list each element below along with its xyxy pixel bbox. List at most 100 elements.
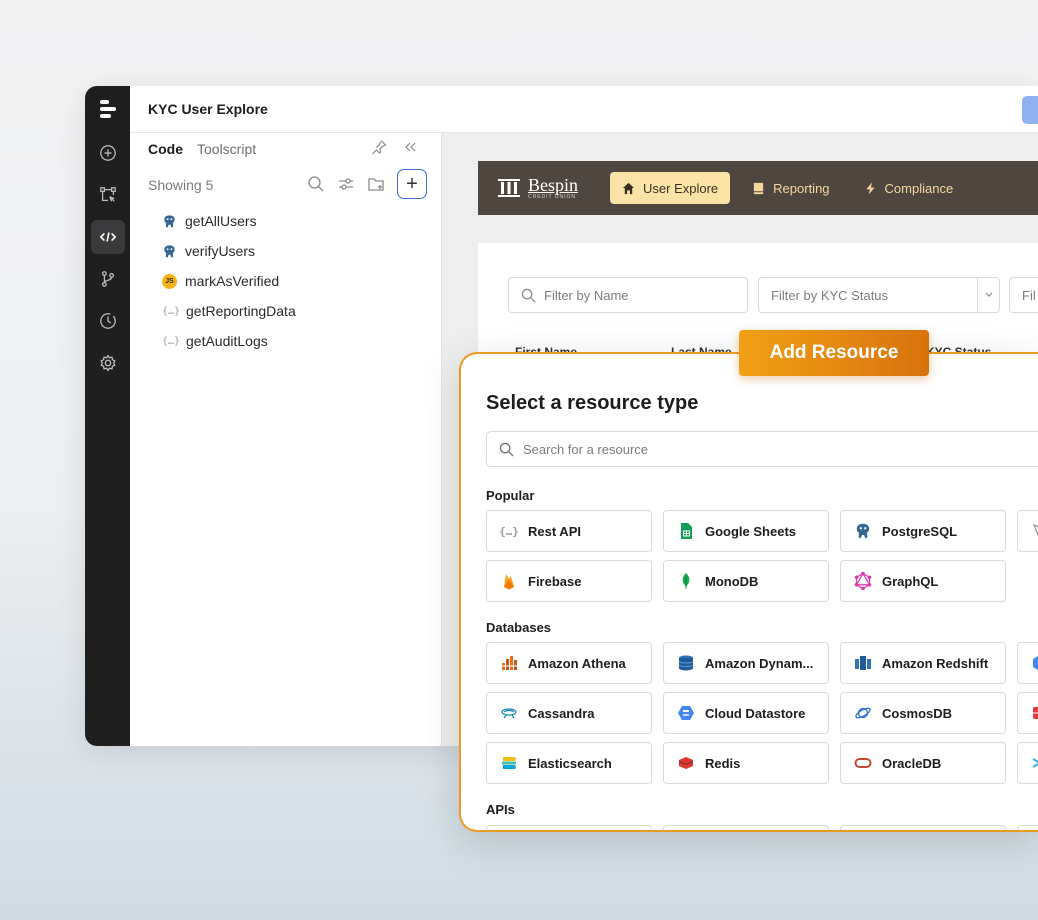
add-resource-callout: Add Resource bbox=[739, 330, 929, 376]
history-icon[interactable] bbox=[91, 304, 125, 338]
nav-label: Compliance bbox=[884, 180, 954, 196]
firebase-icon bbox=[499, 571, 519, 591]
rest-api-icon: {…} bbox=[162, 305, 181, 317]
query-label: getReportingData bbox=[186, 303, 296, 319]
search-icon bbox=[521, 288, 536, 303]
add-query-button[interactable]: + bbox=[397, 169, 427, 199]
list-item[interactable]: {…} getAuditLogs bbox=[162, 326, 296, 356]
resource-label: CosmosDB bbox=[882, 705, 953, 721]
postgres-icon bbox=[164, 214, 175, 228]
resource-search-input[interactable]: Search for a resource bbox=[486, 431, 1038, 467]
new-folder-icon[interactable] bbox=[367, 175, 385, 193]
workflow-icon[interactable] bbox=[91, 178, 125, 212]
section-databases: Databases bbox=[486, 620, 552, 635]
resource-label: Cloud Datastore bbox=[705, 705, 806, 721]
section-apis: APIs bbox=[486, 802, 515, 817]
search-icon[interactable] bbox=[307, 175, 325, 193]
resource-label: Amazon Athena bbox=[528, 655, 626, 671]
tab-code[interactable]: Code bbox=[148, 141, 183, 157]
chevron-down-icon bbox=[977, 278, 999, 312]
resource-card-partial[interactable] bbox=[1017, 692, 1038, 734]
resource-label: OracleDB bbox=[882, 755, 942, 771]
resource-card-cassandra[interactable]: Cassandra bbox=[486, 692, 652, 734]
filter-third-input[interactable]: Fil bbox=[1009, 277, 1038, 313]
bank-columns-icon bbox=[498, 179, 520, 197]
code-icon[interactable] bbox=[90, 220, 125, 254]
resource-card-amazon-athena[interactable]: Amazon Athena bbox=[486, 642, 652, 684]
nav-compliance[interactable]: Compliance bbox=[852, 172, 966, 204]
resource-card-cloud-datastore[interactable]: Cloud Datastore bbox=[663, 692, 829, 734]
query-label: verifyUsers bbox=[185, 243, 256, 259]
query-count: Showing 5 bbox=[148, 177, 214, 193]
resource-card-api-partial[interactable] bbox=[840, 825, 1006, 830]
list-item[interactable]: verifyUsers bbox=[162, 236, 296, 266]
cursor-icon bbox=[1030, 521, 1038, 541]
filter-name-input[interactable]: Filter by Name bbox=[508, 277, 748, 313]
resource-card-mongodb[interactable]: MonoDB bbox=[663, 560, 829, 602]
resource-card-partial[interactable] bbox=[1017, 642, 1038, 684]
rest-api-icon: {…} bbox=[499, 524, 519, 538]
resource-card-api-partial[interactable] bbox=[486, 825, 652, 830]
app-title: KYC User Explore bbox=[148, 101, 268, 117]
list-item[interactable]: JS markAsVerified bbox=[162, 266, 296, 296]
resource-card-partial[interactable] bbox=[1017, 510, 1038, 552]
filter-sliders-icon[interactable] bbox=[337, 175, 355, 193]
resource-card-elasticsearch[interactable]: Elasticsearch bbox=[486, 742, 652, 784]
modal-title: Select a resource type bbox=[486, 392, 699, 414]
preview-button[interactable] bbox=[1022, 96, 1038, 124]
filter-kyc-status-select[interactable]: Filter by KYC Status bbox=[758, 277, 1000, 313]
amazon-redshift-icon bbox=[853, 653, 873, 673]
resource-label: MonoDB bbox=[705, 573, 759, 589]
logo-icon[interactable] bbox=[97, 98, 119, 120]
list-item[interactable]: {…} getReportingData bbox=[162, 296, 296, 326]
javascript-icon: JS bbox=[162, 273, 177, 289]
add-circle-icon[interactable] bbox=[91, 136, 125, 170]
resource-label: Elasticsearch bbox=[528, 755, 612, 771]
resource-card-amazon-dynamodb[interactable]: Amazon Dynam... bbox=[663, 642, 829, 684]
branch-icon[interactable] bbox=[91, 262, 125, 296]
search-icon bbox=[499, 442, 514, 457]
query-label: getAuditLogs bbox=[186, 333, 268, 349]
query-list: getAllUsers verifyUsers JS markAsVerifie… bbox=[162, 206, 296, 356]
resource-label: GraphQL bbox=[882, 573, 939, 589]
resource-card-postgresql[interactable]: PostgreSQL bbox=[840, 510, 1006, 552]
mongodb-icon bbox=[676, 571, 696, 591]
nav-user-explore[interactable]: User Explore bbox=[610, 172, 731, 204]
collapse-icon[interactable] bbox=[403, 139, 417, 155]
resource-card-api-partial[interactable] bbox=[663, 825, 829, 830]
preview-navbar: Bespin CREDIT UNION User Explore Reporti… bbox=[478, 161, 1038, 215]
resource-card-firebase[interactable]: Firebase bbox=[486, 560, 652, 602]
amazon-athena-icon bbox=[499, 653, 519, 673]
brand-subtitle: CREDIT UNION bbox=[528, 194, 577, 200]
query-label: getAllUsers bbox=[185, 213, 257, 229]
hexagon-icon bbox=[1030, 653, 1038, 673]
resource-card-google-sheets[interactable]: Google Sheets bbox=[663, 510, 829, 552]
filter-name-placeholder: Filter by Name bbox=[544, 287, 629, 303]
filter-status-placeholder: Filter by KYC Status bbox=[771, 287, 889, 303]
resource-card-partial[interactable] bbox=[1017, 742, 1038, 784]
sidebar-tabs: Code Toolscript bbox=[148, 141, 256, 157]
sidebar-tools: + bbox=[307, 169, 427, 199]
oracledb-icon bbox=[853, 753, 873, 773]
elasticsearch-icon bbox=[499, 753, 519, 773]
settings-gear-icon[interactable] bbox=[91, 346, 125, 380]
resource-card-cosmosdb[interactable]: CosmosDB bbox=[840, 692, 1006, 734]
resource-card-rest-api[interactable]: {…} Rest API bbox=[486, 510, 652, 552]
icon-rail bbox=[85, 86, 130, 746]
resource-card-graphql[interactable]: GraphQL bbox=[840, 560, 1006, 602]
snowflake-icon bbox=[1030, 753, 1038, 773]
resource-label: Cassandra bbox=[528, 705, 595, 721]
pin-icon[interactable] bbox=[371, 139, 387, 155]
list-item[interactable]: getAllUsers bbox=[162, 206, 296, 236]
rest-api-icon: {…} bbox=[162, 335, 181, 347]
resource-card-amazon-redshift[interactable]: Amazon Redshift bbox=[840, 642, 1006, 684]
cloud-datastore-icon bbox=[676, 703, 696, 723]
tab-toolscript[interactable]: Toolscript bbox=[197, 141, 256, 157]
resource-card-api-partial[interactable] bbox=[1017, 825, 1038, 830]
resource-card-redis[interactable]: Redis bbox=[663, 742, 829, 784]
resource-label: Amazon Redshift bbox=[882, 655, 989, 671]
resource-label: Redis bbox=[705, 755, 741, 771]
nav-reporting[interactable]: Reporting bbox=[740, 172, 841, 204]
resource-card-oracledb[interactable]: OracleDB bbox=[840, 742, 1006, 784]
code-sidebar: Code Toolscript Showing 5 + getAllUsers … bbox=[130, 133, 442, 746]
